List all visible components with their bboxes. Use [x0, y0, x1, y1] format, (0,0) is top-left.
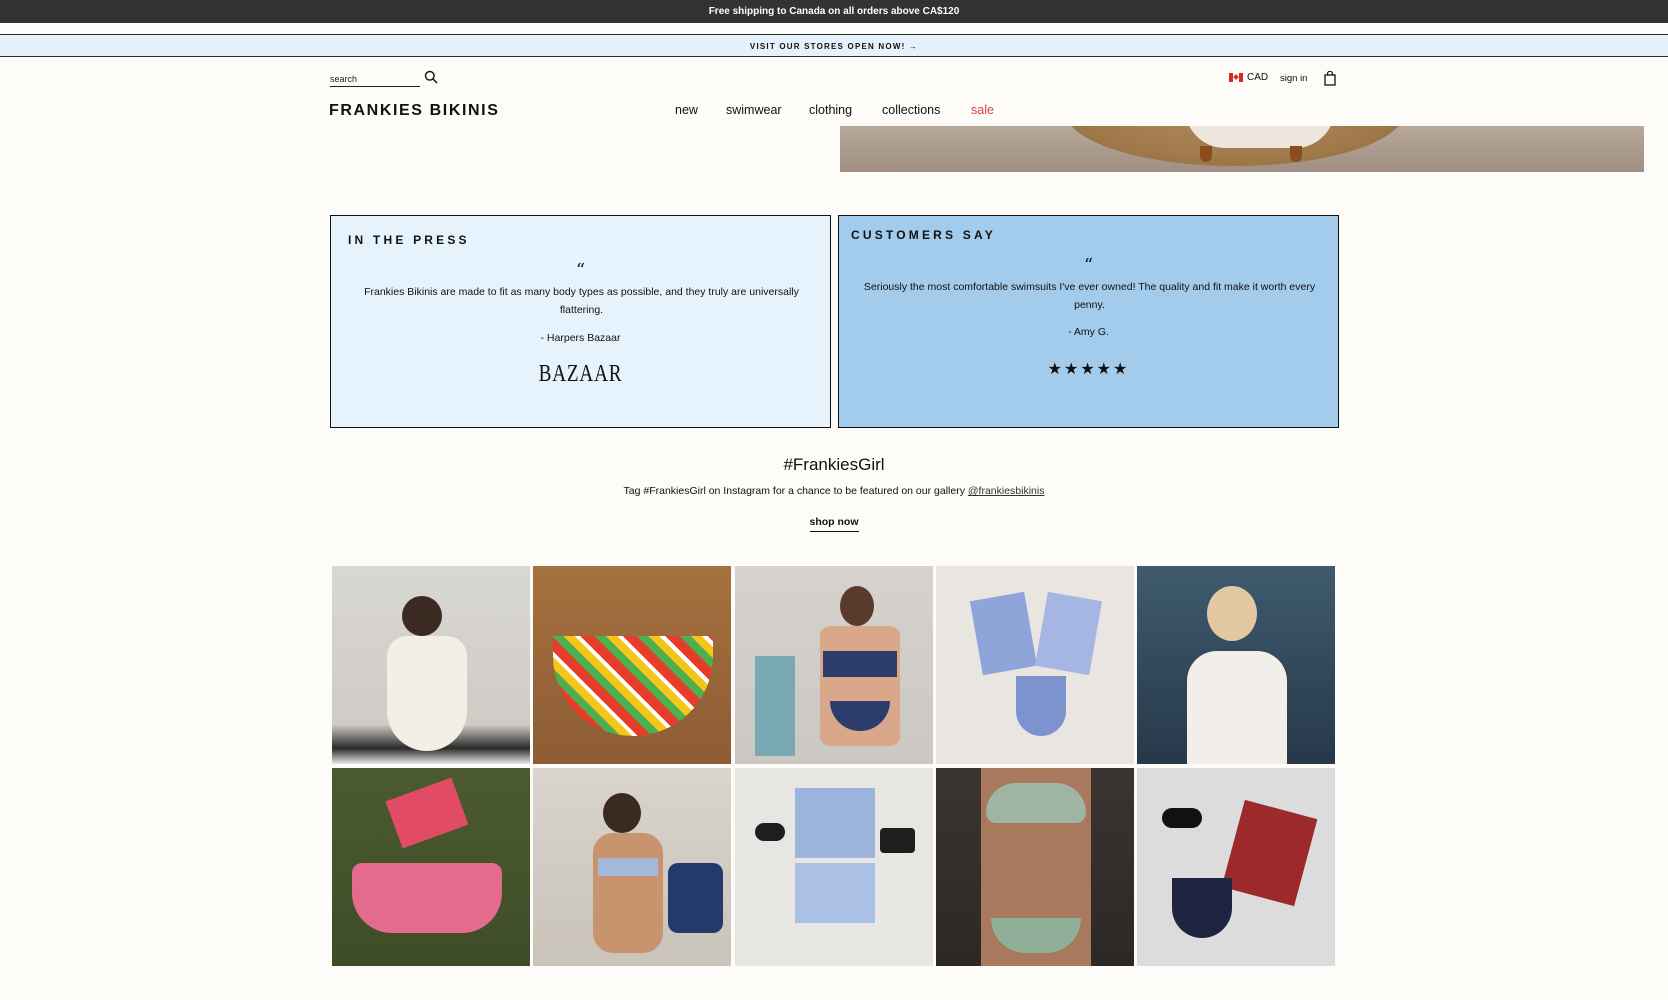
nav-clothing[interactable]: clothing — [809, 103, 852, 117]
shipping-announcement-bar: Free shipping to Canada on all orders ab… — [0, 0, 1668, 23]
currency-selector[interactable]: CAD — [1229, 72, 1268, 83]
search-input[interactable] — [330, 70, 418, 84]
nav-sale[interactable]: sale — [971, 103, 994, 117]
instagram-handle-link[interactable]: @frankiesbikinis — [968, 485, 1045, 497]
customer-quote: Seriously the most comfortable swimsuits… — [863, 281, 1316, 311]
nav-new[interactable]: new — [675, 103, 698, 117]
canada-flag-icon — [1229, 73, 1243, 82]
currency-label: CAD — [1247, 72, 1269, 83]
gallery-photo-3[interactable] — [735, 566, 933, 764]
shopping-bag-icon[interactable] — [1324, 71, 1336, 86]
gallery-photo-9[interactable] — [936, 768, 1134, 966]
gallery-title: #FrankiesGirl — [783, 455, 885, 474]
search-field[interactable] — [330, 69, 420, 87]
quote-mark: “ — [1083, 255, 1094, 276]
visit-stores-banner[interactable]: VISIT OUR STORES OPEN NOW! → — [0, 34, 1668, 57]
nav-collections[interactable]: collections — [882, 103, 940, 117]
site-logo[interactable]: FRANKIES BIKINIS — [329, 102, 500, 120]
sign-in-link[interactable]: sign in — [1280, 73, 1307, 84]
press-quote: Frankies Bikinis are made to fit as many… — [364, 286, 799, 316]
shop-now-wrap: shop now — [0, 512, 1668, 532]
press-title: IN THE PRESS — [348, 233, 470, 247]
hero-image — [840, 126, 1644, 172]
gallery-photo-8[interactable] — [735, 768, 933, 966]
gallery-photo-10[interactable] — [1137, 768, 1335, 966]
gallery-photo-1[interactable] — [332, 566, 530, 764]
press-quote-card: IN THE PRESS “ Frankies Bikinis are made… — [330, 215, 831, 428]
gallery-subtitle: Tag #FrankiesGirl on Instagram for a cha… — [0, 485, 1668, 497]
gallery-photo-4[interactable] — [936, 566, 1134, 764]
customer-review-card: CUSTOMERS SAY “ Seriously the most comfo… — [838, 215, 1339, 428]
customers-title: CUSTOMERS SAY — [851, 228, 996, 242]
gallery-subtitle-text: Tag #FrankiesGirl on Instagram for a cha… — [623, 485, 965, 497]
customer-author: - Amy G. — [1068, 326, 1109, 338]
gallery-photo-2[interactable] — [533, 566, 731, 764]
star-rating: ★★★★★ — [1047, 361, 1130, 378]
search-icon[interactable] — [424, 70, 438, 84]
nav-swimwear[interactable]: swimwear — [726, 103, 782, 117]
gallery-photo-7[interactable] — [533, 768, 731, 966]
quote-mark: “ — [575, 260, 586, 281]
shop-now-link[interactable]: shop now — [809, 516, 859, 532]
gallery-photo-5[interactable] — [1137, 566, 1335, 764]
bazaar-logo: BAZAAR — [538, 361, 623, 387]
press-author: - Harpers Bazaar — [540, 332, 621, 344]
gallery-photo-6[interactable] — [332, 768, 530, 966]
